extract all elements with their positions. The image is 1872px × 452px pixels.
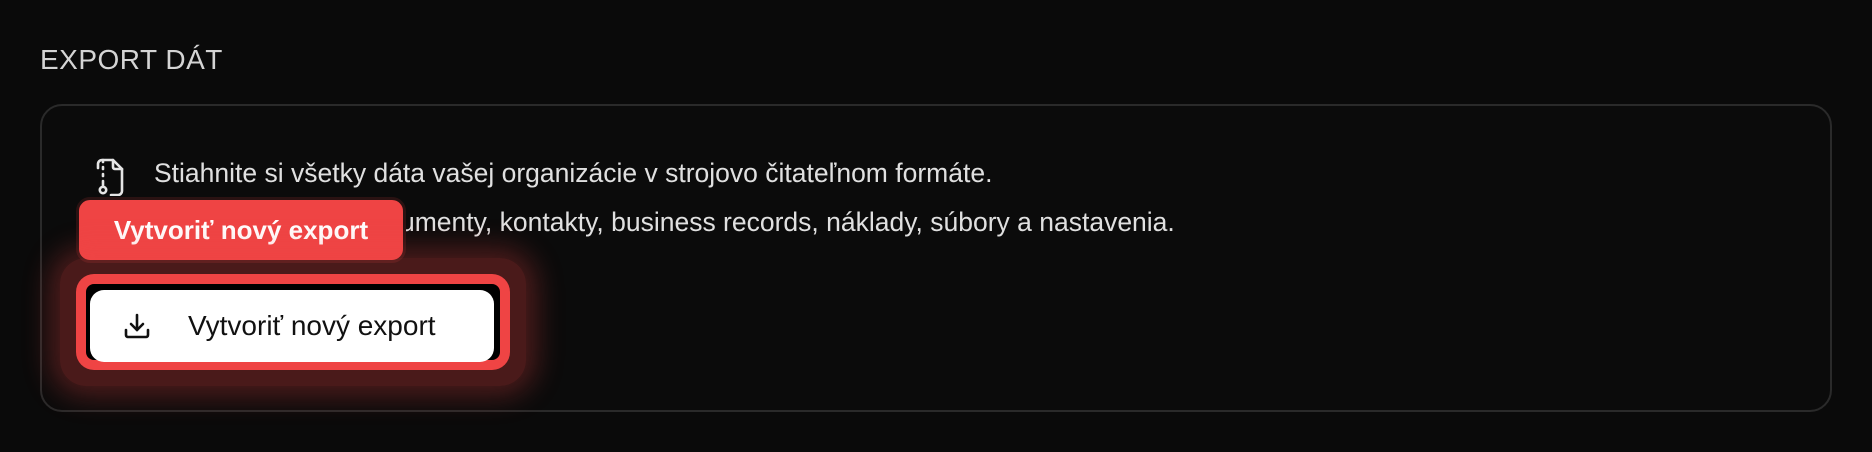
create-export-button-label: Vytvoriť nový export: [188, 310, 436, 341]
tooltip-create-export: Vytvoriť nový export: [76, 197, 406, 263]
export-settings-page: EXPORT DÁT Stiahnite si všetky dáta vaše…: [0, 0, 1872, 452]
file-archive-icon: [92, 158, 126, 196]
download-icon: [122, 311, 152, 341]
create-export-button[interactable]: Vytvoriť nový export: [90, 290, 494, 362]
section-title: EXPORT DÁT: [40, 44, 223, 75]
export-description-line-1: Stiahnite si všetky dáta vašej organizác…: [154, 158, 993, 188]
